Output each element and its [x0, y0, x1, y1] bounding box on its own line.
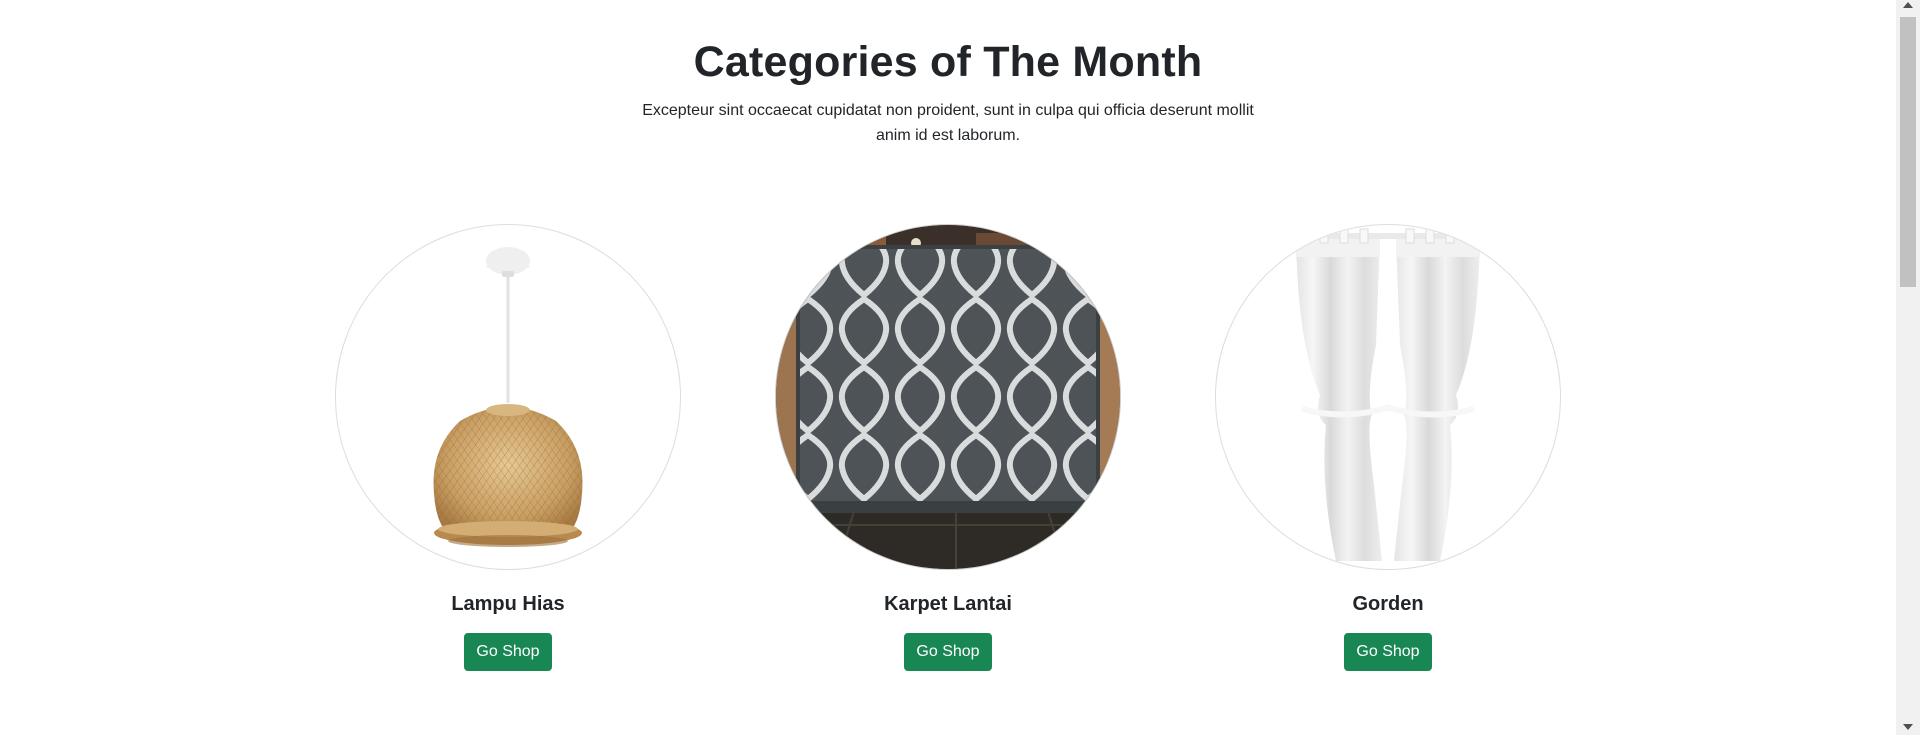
categories-section: Categories of The Month Excepteur sint o… — [0, 0, 1896, 735]
category-card-gorden: Gorden Go Shop — [1215, 224, 1561, 671]
rattan-lamp-illustration — [433, 247, 583, 547]
category-name: Karpet Lantai — [884, 593, 1012, 615]
category-image-curtains[interactable] — [1215, 224, 1561, 570]
white-curtains-illustration — [1286, 228, 1490, 561]
vertical-scrollbar[interactable] — [1896, 0, 1920, 735]
category-image-lamp[interactable] — [335, 224, 681, 570]
go-shop-button-gorden[interactable]: Go Shop — [1344, 633, 1432, 671]
go-shop-button-lampu-hias[interactable]: Go Shop — [464, 633, 552, 671]
category-image-rug[interactable] — [775, 224, 1121, 570]
scroll-down-arrow-icon[interactable] — [1903, 724, 1913, 730]
scrollbar-thumb[interactable] — [1900, 17, 1916, 287]
scroll-up-arrow-icon[interactable] — [1903, 2, 1913, 8]
page: Categories of The Month Excepteur sint o… — [0, 0, 1920, 735]
category-name: Lampu Hias — [451, 593, 565, 615]
patterned-rug-illustration — [776, 225, 1120, 569]
category-card-lampu-hias: Lampu Hias Go Shop — [335, 224, 681, 671]
section-description: Excepteur sint occaecat cupidatat non pr… — [642, 102, 1254, 144]
section-title: Categories of The Month — [693, 38, 1203, 86]
go-shop-button-karpet-lantai[interactable]: Go Shop — [904, 633, 992, 671]
category-card-karpet-lantai: Karpet Lantai Go Shop — [775, 224, 1121, 671]
category-name: Gorden — [1352, 593, 1424, 615]
